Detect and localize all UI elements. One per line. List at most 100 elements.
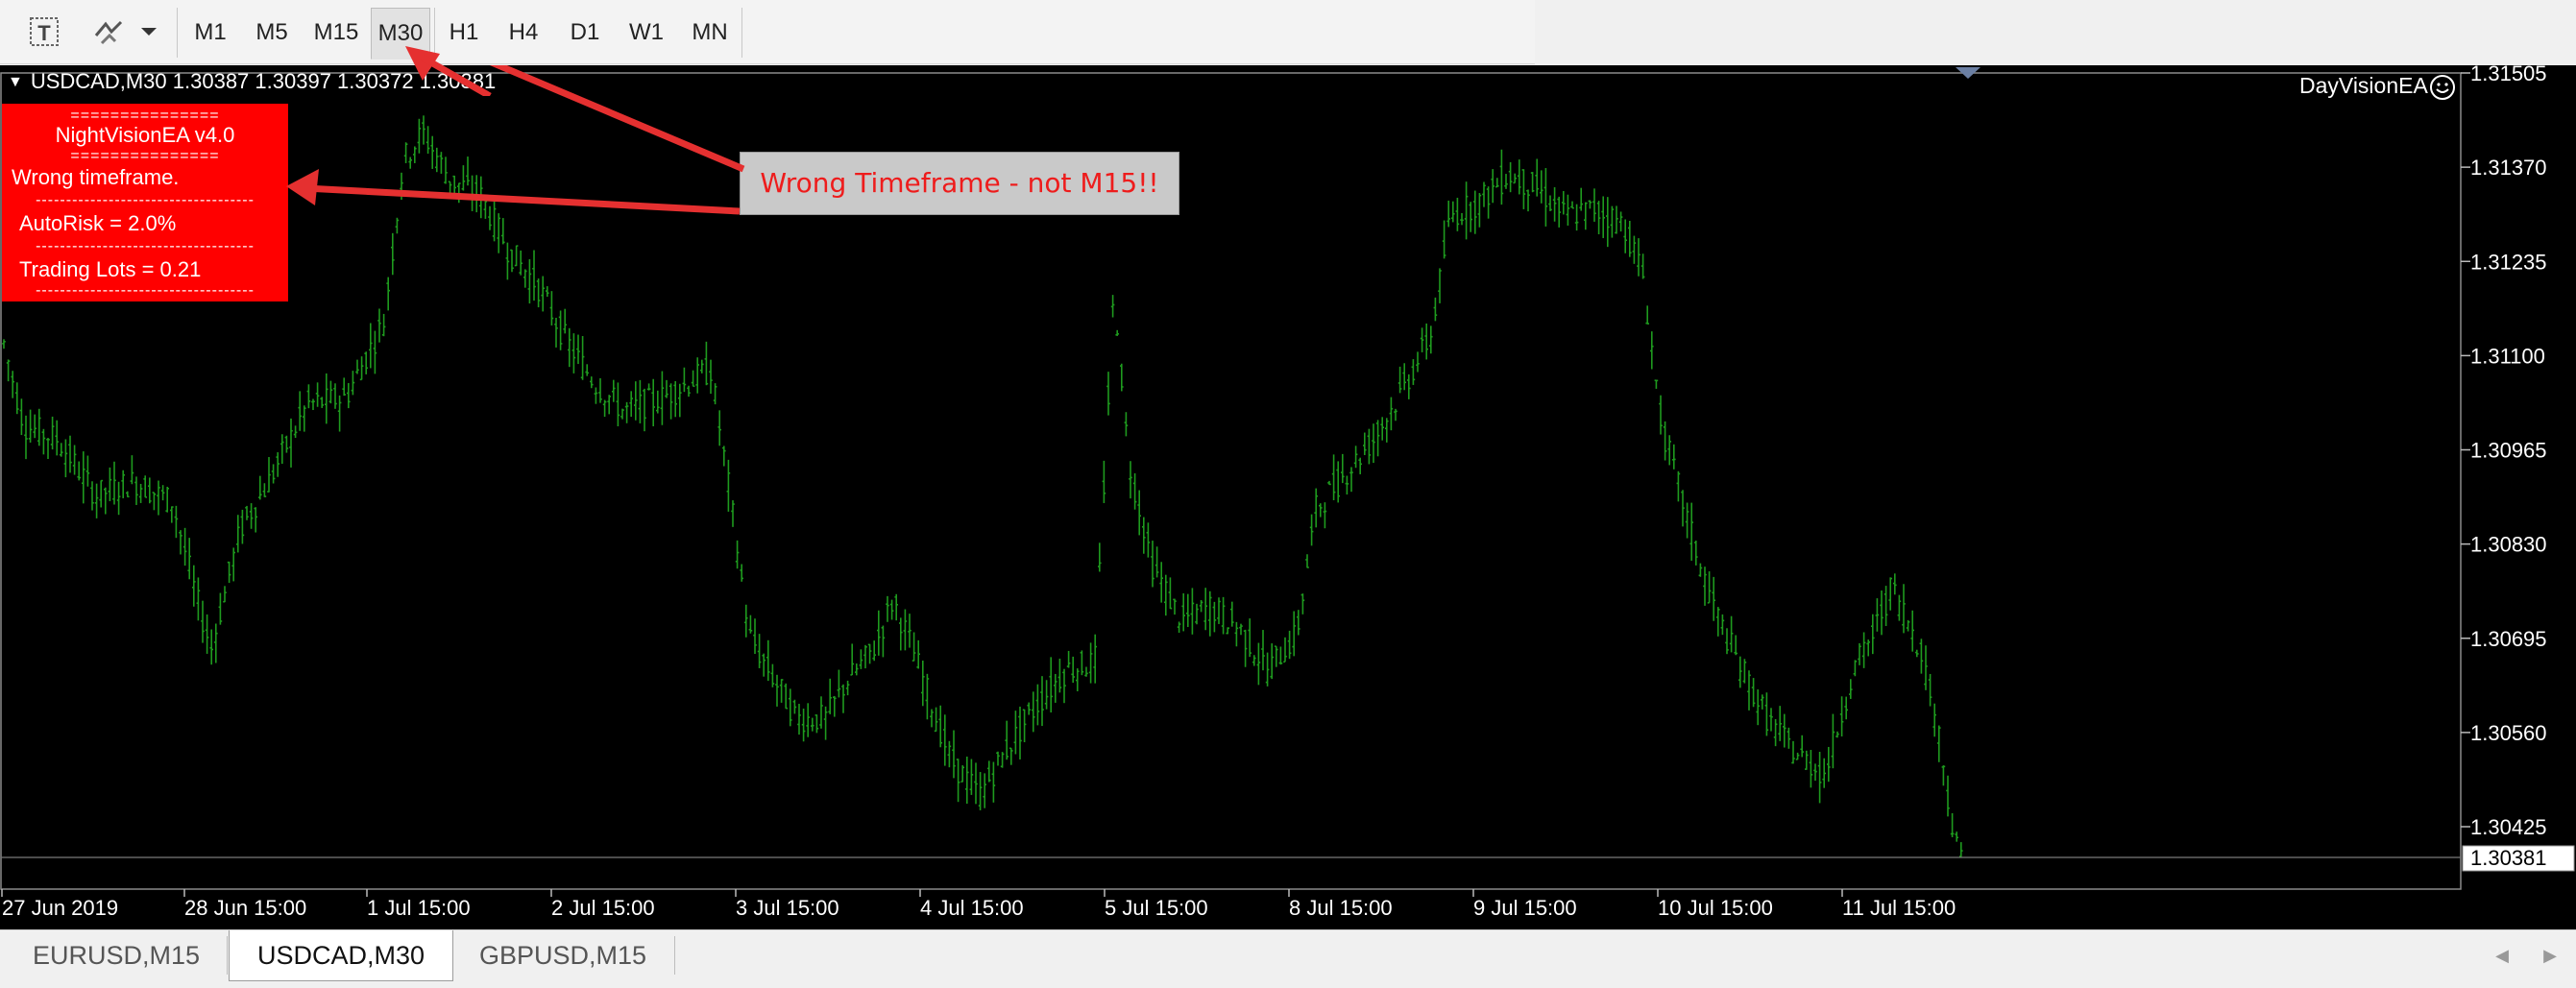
candle — [841, 684, 845, 713]
timeframe-m5-button[interactable]: M5 — [248, 8, 296, 58]
candle — [280, 434, 284, 465]
timeframe-w1-button[interactable]: W1 — [622, 8, 670, 58]
dropdown-arrow-icon[interactable] — [134, 8, 163, 56]
candle — [116, 481, 121, 516]
candle — [55, 420, 59, 456]
candle — [1054, 673, 1057, 703]
candle — [303, 405, 306, 432]
candle — [1906, 619, 1910, 632]
candle — [1853, 660, 1858, 677]
candle — [1540, 170, 1543, 204]
candle — [1827, 746, 1831, 783]
candle — [1888, 577, 1892, 611]
candle — [638, 379, 643, 423]
candle — [1416, 351, 1420, 373]
candle — [1173, 598, 1177, 615]
candle — [886, 595, 889, 622]
candle — [1239, 623, 1243, 636]
candle — [1601, 196, 1605, 238]
timeframe-m15-button[interactable]: M15 — [307, 8, 365, 58]
tab-gbpusd-m15[interactable]: GBPUSD,M15 — [453, 930, 672, 980]
candle — [1363, 432, 1367, 455]
candle — [709, 359, 713, 395]
candle — [1809, 750, 1813, 788]
candle — [673, 380, 677, 418]
x-tick-label: 3 Jul 15:00 — [736, 896, 839, 920]
candle — [1902, 584, 1906, 634]
candle — [1769, 708, 1773, 732]
candle — [1795, 752, 1800, 760]
price-chart[interactable]: 1.31505 1.31370 1.31235 1.31100 1.30965 1.308… — [0, 65, 2576, 929]
candle — [1389, 397, 1394, 431]
candle — [1438, 268, 1442, 303]
candle — [138, 483, 143, 503]
timeframe-d1-button[interactable]: D1 — [561, 8, 609, 58]
candle — [152, 492, 157, 511]
y-tick-label: 1.30965 — [2470, 439, 2547, 463]
candle — [201, 600, 205, 643]
arrow-to-m30-tip — [405, 46, 492, 96]
candle — [1883, 586, 1888, 626]
candle — [1928, 673, 1932, 707]
candle — [306, 384, 311, 409]
candle — [1076, 668, 1080, 691]
candle — [1897, 594, 1902, 621]
timeframe-m1-button[interactable]: M1 — [186, 8, 234, 58]
candle — [700, 359, 704, 374]
scroll-right-icon[interactable]: ▶ — [2536, 938, 2564, 973]
candle — [1676, 470, 1681, 502]
objects-tool-icon[interactable] — [85, 8, 133, 56]
candle — [1084, 666, 1088, 677]
candle — [1442, 220, 1446, 259]
candle — [1482, 181, 1486, 207]
candle — [1005, 720, 1009, 760]
candle — [571, 333, 576, 374]
timeframe-mn-button[interactable]: MN — [684, 8, 736, 58]
candle — [1543, 168, 1548, 227]
candle — [1375, 420, 1380, 457]
candle — [602, 399, 607, 418]
candle — [1164, 574, 1168, 616]
candle — [1022, 709, 1027, 743]
candle — [1618, 211, 1623, 232]
candle — [112, 461, 116, 505]
candle — [1508, 161, 1513, 193]
candle — [1124, 412, 1129, 437]
candle — [819, 696, 823, 729]
scroll-left-icon[interactable]: ◀ — [2488, 938, 2516, 973]
candle — [1309, 514, 1314, 546]
candle — [1703, 566, 1707, 606]
candle — [850, 643, 854, 676]
candle — [359, 356, 364, 381]
candle — [1275, 645, 1278, 667]
toolbar-separator — [177, 8, 178, 58]
candle — [814, 714, 819, 734]
smiley-icon[interactable] — [2428, 73, 2457, 102]
timeframe-h4-button[interactable]: H4 — [499, 8, 547, 58]
tab-eurusd-m15[interactable]: EURUSD,M15 — [8, 930, 225, 980]
text-tool-icon[interactable]: T — [17, 8, 71, 56]
candle — [1764, 692, 1769, 736]
candle — [634, 381, 638, 421]
candle — [373, 330, 377, 374]
candle — [160, 485, 165, 501]
candle — [1592, 188, 1596, 222]
candle — [665, 379, 668, 398]
candle — [687, 385, 691, 398]
candle — [925, 673, 930, 720]
candle — [1349, 467, 1353, 493]
candle — [811, 717, 814, 732]
candle — [823, 706, 828, 740]
candle — [792, 699, 797, 714]
candle — [1367, 428, 1372, 465]
candle — [254, 507, 257, 533]
candle — [1265, 652, 1270, 687]
candle — [19, 398, 24, 436]
candle — [1654, 379, 1659, 389]
candle — [249, 503, 254, 529]
tab-usdcad-m30[interactable]: USDCAD,M30 — [229, 930, 453, 981]
candle — [678, 383, 682, 418]
candle — [11, 371, 14, 398]
candle — [576, 334, 580, 365]
candle — [1469, 202, 1472, 232]
